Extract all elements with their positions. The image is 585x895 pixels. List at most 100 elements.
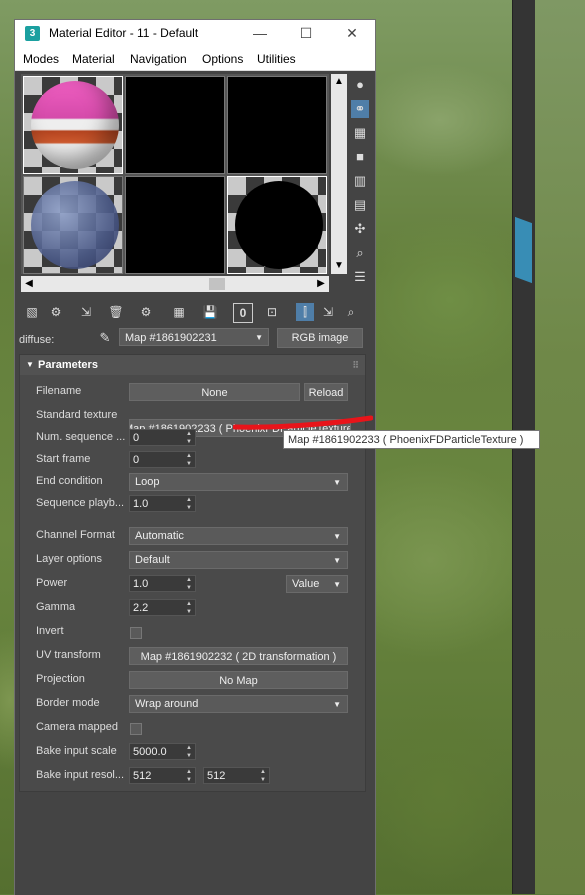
start-frame-label: Start frame bbox=[36, 453, 91, 465]
go-forward-to-sibling-icon[interactable]: ⌕ bbox=[342, 303, 360, 321]
uv-transform-label: UV transform bbox=[36, 649, 101, 661]
maximize-button[interactable]: ☐ bbox=[283, 20, 329, 47]
power-spinner[interactable]: 1.0 ▲ ▼ bbox=[129, 575, 196, 592]
video-color-check-icon[interactable]: ▥ bbox=[351, 172, 369, 190]
go-to-parent-icon[interactable]: ⇲ bbox=[319, 303, 337, 321]
sequence-playback-spinner[interactable]: 1.0 ▲ ▼ bbox=[129, 495, 196, 512]
scroll-up-arrow-icon[interactable]: ▲ bbox=[331, 74, 347, 90]
scroll-down-arrow-icon[interactable]: ▼ bbox=[331, 258, 347, 274]
channel-format-dropdown[interactable]: Automatic ▼ bbox=[129, 527, 348, 545]
viewport-gizmo-fragment bbox=[515, 216, 532, 284]
camera-mapped-label: Camera mapped bbox=[36, 721, 118, 733]
background-icon[interactable]: ▦ bbox=[351, 124, 369, 142]
bake-input-resolution-x-spinner[interactable]: 512 ▲ ▼ bbox=[129, 767, 196, 784]
backlight-icon[interactable]: ⚭ bbox=[351, 100, 369, 118]
menu-material[interactable]: Material bbox=[72, 52, 115, 66]
chevron-down-icon: ▼ bbox=[333, 532, 341, 541]
sample-slots-area bbox=[21, 74, 329, 274]
show-end-result-icon[interactable]: ⫿ bbox=[296, 303, 314, 321]
menu-modes[interactable]: Modes bbox=[23, 52, 59, 66]
num-sequence-value: 0 bbox=[133, 432, 140, 444]
menu-navigation[interactable]: Navigation bbox=[130, 52, 187, 66]
spinner-arrows-icon: ▲ ▼ bbox=[186, 497, 192, 511]
options-icon[interactable]: ✣ bbox=[351, 220, 369, 238]
reload-button[interactable]: Reload bbox=[304, 383, 348, 401]
map-name-dropdown[interactable]: Map #1861902231 ▼ bbox=[119, 328, 269, 346]
sample-type-icon[interactable]: ● bbox=[351, 76, 369, 94]
spinner-arrows-icon: ▲ ▼ bbox=[186, 769, 192, 783]
spinner-arrows-icon: ▲ ▼ bbox=[186, 601, 192, 615]
spinner-arrows-icon: ▲ ▼ bbox=[186, 745, 192, 759]
end-condition-label: End condition bbox=[36, 475, 103, 487]
end-condition-dropdown[interactable]: Loop ▼ bbox=[129, 473, 348, 491]
sample-slot-2[interactable] bbox=[125, 76, 225, 174]
filename-button[interactable]: None bbox=[129, 383, 300, 401]
material-effects-channel-icon[interactable]: 0 bbox=[233, 303, 253, 323]
spinner-arrows-icon: ▲ ▼ bbox=[260, 769, 266, 783]
delete-icon[interactable]: 🗑 bbox=[107, 303, 125, 321]
minimize-button[interactable]: — bbox=[237, 20, 283, 47]
start-frame-spinner[interactable]: 0 ▲ ▼ bbox=[129, 451, 196, 468]
gamma-spinner[interactable]: 2.2 ▲ ▼ bbox=[129, 599, 196, 616]
spinner-arrows-icon: ▲ ▼ bbox=[186, 577, 192, 591]
invert-checkbox[interactable] bbox=[130, 627, 142, 639]
bake-input-scale-spinner[interactable]: 5000.0 ▲ ▼ bbox=[129, 743, 196, 760]
make-unique-icon[interactable]: ⚙ bbox=[137, 303, 155, 321]
make-preview-icon[interactable]: ▤ bbox=[351, 196, 369, 214]
assign-to-selection-icon[interactable]: ⇲ bbox=[77, 303, 95, 321]
spinner-arrows-icon: ▲ ▼ bbox=[186, 431, 192, 445]
invert-label: Invert bbox=[36, 625, 64, 637]
power-value: 1.0 bbox=[133, 578, 149, 590]
projection-map-button[interactable]: No Map bbox=[129, 671, 348, 689]
gamma-label: Gamma bbox=[36, 601, 76, 613]
material-map-navigator-icon[interactable]: ☰ bbox=[351, 268, 369, 286]
menu-utilities[interactable]: Utilities bbox=[257, 52, 296, 66]
power-mode-dropdown[interactable]: Value ▼ bbox=[286, 575, 348, 593]
sample-slot-5[interactable] bbox=[125, 176, 225, 274]
bake-input-scale-value: 5000.0 bbox=[133, 746, 167, 758]
window-title: Material Editor - 11 - Default bbox=[49, 26, 199, 40]
put-to-scene-icon[interactable]: ⚙ bbox=[47, 303, 65, 321]
scrollbar-thumb[interactable] bbox=[209, 278, 225, 290]
slots-horizontal-scrollbar[interactable] bbox=[21, 276, 329, 292]
channel-format-value: Automatic bbox=[135, 530, 184, 542]
start-frame-value: 0 bbox=[133, 454, 140, 466]
map-name-text: Map #1861902231 bbox=[125, 332, 217, 344]
num-sequence-spinner[interactable]: 0 ▲ ▼ bbox=[129, 429, 196, 446]
border-mode-dropdown[interactable]: Wrap around ▼ bbox=[129, 695, 348, 713]
show-shaded-material-icon[interactable]: ⊡ bbox=[263, 303, 281, 321]
app-logo-icon: 3 bbox=[25, 26, 40, 41]
menu-options[interactable]: Options bbox=[202, 52, 243, 66]
camera-mapped-checkbox[interactable] bbox=[130, 723, 142, 735]
bake-input-resolution-y-spinner[interactable]: 512 ▲ ▼ bbox=[203, 767, 270, 784]
power-label: Power bbox=[36, 577, 68, 589]
layer-options-value: Default bbox=[135, 554, 170, 566]
uv-transform-map-button[interactable]: Map #1861902232 ( 2D transformation ) bbox=[129, 647, 348, 665]
save-to-library-icon[interactable]: 💾 bbox=[201, 303, 219, 321]
parameters-rollout-header[interactable]: ▼ Parameters ⠿ bbox=[20, 355, 365, 375]
viewport-background bbox=[535, 0, 585, 894]
layer-options-label: Layer options bbox=[36, 553, 103, 565]
end-condition-value: Loop bbox=[135, 476, 160, 488]
material-id-channel-icon[interactable]: ▦ bbox=[170, 303, 188, 321]
bake-input-scale-label: Bake input scale bbox=[36, 745, 117, 757]
slot-label: diffuse: bbox=[19, 334, 55, 346]
map-type-button[interactable]: RGB image bbox=[277, 328, 363, 348]
close-button[interactable]: ✕ bbox=[329, 20, 375, 47]
eyedropper-icon[interactable]: ✎ bbox=[97, 330, 113, 346]
scroll-left-arrow-icon[interactable]: ◀ bbox=[21, 276, 37, 292]
sample-slot-6[interactable] bbox=[227, 176, 327, 274]
scroll-right-arrow-icon[interactable]: ▶ bbox=[313, 276, 329, 292]
grip-icon: ⠿ bbox=[352, 360, 359, 370]
chevron-down-icon: ▼ bbox=[333, 556, 341, 565]
slots-vertical-scrollbar[interactable] bbox=[331, 74, 347, 274]
sample-slot-1[interactable] bbox=[23, 76, 123, 174]
sample-uv-tiling-icon[interactable]: ■ bbox=[351, 148, 369, 166]
sample-slot-3[interactable] bbox=[227, 76, 327, 174]
rollout-title: Parameters bbox=[38, 359, 98, 371]
get-material-icon[interactable]: ▧ bbox=[23, 303, 41, 321]
standard-texture-label: Standard texture bbox=[36, 409, 118, 421]
layer-options-dropdown[interactable]: Default ▼ bbox=[129, 551, 348, 569]
select-by-material-icon[interactable]: ⌕ bbox=[351, 244, 369, 262]
sample-slot-4[interactable] bbox=[23, 176, 123, 274]
